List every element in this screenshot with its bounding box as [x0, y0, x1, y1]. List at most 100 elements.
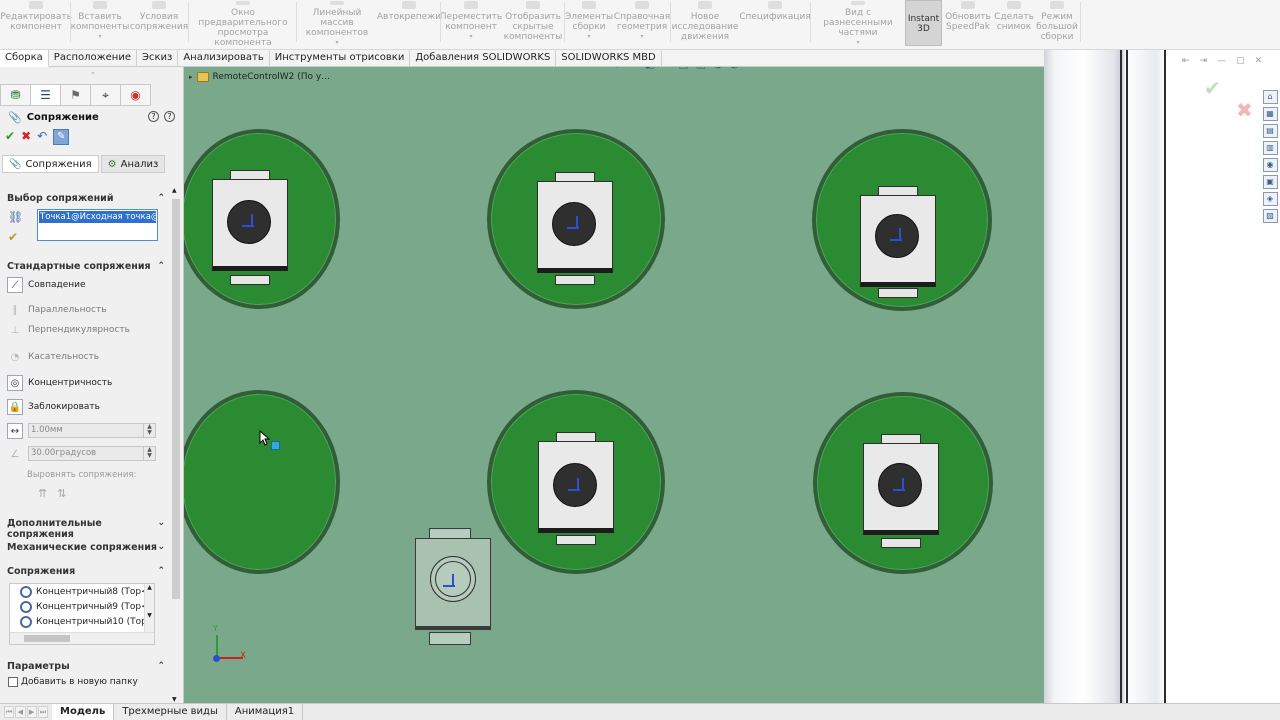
ribbon-button[interactable]: Новое исследование движения: [672, 0, 738, 48]
group-selection-header[interactable]: Выбор сопряжений ⌃: [7, 193, 165, 204]
ribbon-button[interactable]: Вставить компоненты ▾: [71, 0, 129, 48]
group-params-header[interactable]: Параметры ⌃: [7, 661, 165, 672]
tactile-switch[interactable]: [860, 186, 936, 306]
mate-type-coincident[interactable]: ⟋ Совпадение: [7, 275, 167, 295]
flyout-feature-tree[interactable]: ▸ RemoteControlW2 (По у...: [189, 72, 330, 82]
help-icon[interactable]: ?: [148, 111, 159, 122]
mates-list-hscroll[interactable]: [10, 632, 154, 644]
spin-arrows-icon[interactable]: ▲ ▼: [143, 424, 155, 437]
group-mates-header[interactable]: Сопряжения ⌃: [7, 566, 165, 577]
bottom-tab[interactable]: Трехмерные виды: [114, 704, 227, 720]
cm-tab[interactable]: Эскиз: [137, 50, 179, 67]
entities-to-mate-field[interactable]: Точка1@Исходная точка@Bu: [37, 209, 158, 241]
dimxpert-manager-tab[interactable]: ⌖: [90, 84, 121, 106]
configuration-manager-tab[interactable]: ⚑: [60, 84, 91, 106]
cancel-icon[interactable]: ✖: [21, 129, 31, 145]
undo-icon[interactable]: ↶: [37, 129, 47, 145]
next-tab-icon[interactable]: ▶: [26, 706, 37, 718]
dropdown-arrow-icon[interactable]: ▾: [98, 32, 101, 42]
mate-type-lock[interactable]: 🔒 Заблокировать: [7, 397, 167, 417]
zoom-area-icon[interactable]: ⊕: [612, 67, 621, 71]
design-library-icon[interactable]: ▤: [1262, 124, 1278, 138]
info-icon[interactable]: ?: [164, 111, 175, 122]
bottom-tab[interactable]: Анимация1: [227, 704, 304, 720]
ok-icon[interactable]: ✔: [5, 129, 15, 145]
view-palette-icon[interactable]: ◉: [1262, 158, 1278, 172]
ribbon-button[interactable]: Обновить SpeedPak: [944, 0, 992, 48]
scroll-thumb[interactable]: [172, 199, 180, 599]
distance-input[interactable]: 1.00мм ▲ ▼: [28, 423, 156, 438]
instant3d-button[interactable]: Instant 3D: [905, 0, 942, 46]
bottom-tab[interactable]: Модель: [52, 704, 115, 720]
pcb-board[interactable]: [184, 390, 340, 574]
cm-tab[interactable]: Расположение: [49, 50, 137, 67]
ribbon-button[interactable]: Условия сопряжения: [130, 0, 188, 48]
scroll-thumb[interactable]: [24, 635, 70, 642]
file-explorer-icon[interactable]: ▥: [1262, 141, 1278, 155]
dropdown-arrow-icon[interactable]: ▾: [640, 32, 643, 42]
selected-entity[interactable]: Точка1@Исходная точка@Bu: [39, 211, 156, 223]
tab-analysis[interactable]: ⚙ Анализ: [100, 155, 166, 173]
view-orientation-icon[interactable]: ▣: [678, 67, 688, 71]
ribbon-button[interactable]: Спецификация: [739, 0, 811, 48]
cm-tab[interactable]: Сборка: [0, 50, 49, 67]
spin-arrows-icon[interactable]: ▲ ▼: [143, 447, 155, 460]
view-settings-icon[interactable]: ▭: [763, 67, 773, 71]
mates-list-vscroll[interactable]: ▲ ▼: [144, 584, 154, 632]
ribbon-button[interactable]: Режим большой сборки: [1036, 0, 1078, 48]
close-icon[interactable]: ✕: [1255, 56, 1263, 66]
mate-type-parallel[interactable]: ∥ Параллельность: [7, 300, 167, 320]
ribbon-button[interactable]: Редактировать компонент: [0, 0, 72, 48]
custom-properties-icon[interactable]: ◈: [1262, 192, 1278, 206]
previous-view-icon[interactable]: ↩: [628, 67, 637, 71]
angle-icon[interactable]: ∠: [7, 446, 23, 462]
angle-input[interactable]: 30.00градусов ▲ ▼: [28, 446, 156, 461]
resources-icon[interactable]: ▦: [1262, 107, 1278, 121]
ribbon-button[interactable]: Автокрепежи: [377, 0, 441, 48]
section-view-icon[interactable]: ◧: [645, 67, 655, 71]
mate-type-perpendicular[interactable]: ⊥ Перпендикулярность: [7, 320, 167, 340]
distance-icon[interactable]: ↔: [7, 423, 23, 439]
ribbon-button[interactable]: Отобразить скрытые компоненты: [502, 0, 564, 48]
tactile-switch[interactable]: [537, 172, 613, 292]
pin-icon[interactable]: ✎: [53, 129, 70, 145]
mates-list[interactable]: Концентричный8 (Тор< Концентричный9 (Тор<…: [9, 583, 155, 645]
graphics-viewport[interactable]: ▸ RemoteControlW2 (По у... ⌕ ⊕ ↩ ◧ ✎ ▣ ◫…: [184, 67, 1044, 703]
feature-manager-tab[interactable]: ⛃: [0, 84, 31, 106]
mate-type-concentric[interactable]: ◎ Концентричность: [7, 373, 167, 393]
last-tab-icon[interactable]: ⏭: [37, 706, 48, 718]
confirm-corner-ok-icon[interactable]: ✔: [1204, 76, 1221, 100]
checkbox-box[interactable]: [8, 677, 18, 687]
forum-icon[interactable]: ▨: [1262, 209, 1278, 223]
cm-tab[interactable]: Анализировать: [178, 50, 270, 67]
tactile-switch[interactable]: [212, 170, 288, 290]
anti-aligned-icon[interactable]: ⇅: [57, 487, 66, 500]
cm-tab[interactable]: Инструменты отрисовки: [270, 50, 411, 67]
ribbon-button[interactable]: Сделать снимок: [994, 0, 1034, 48]
dynamic-annotation-icon[interactable]: ✎: [662, 67, 671, 71]
group-advanced-header[interactable]: Дополнительные сопряжения ⌄: [7, 518, 165, 540]
cm-tab[interactable]: Добавления SOLIDWORKS: [410, 50, 557, 67]
maximize-icon[interactable]: ▢: [1236, 56, 1245, 66]
group-mechanical-header[interactable]: Механические сопряжения ⌄: [7, 542, 165, 553]
edit-appearance-icon[interactable]: ◐: [730, 67, 740, 71]
scroll-up-icon[interactable]: ▲: [172, 187, 177, 194]
ribbon-button[interactable]: Окно предварительного просмотра компонен…: [190, 0, 296, 48]
switch-being-mated[interactable]: [415, 528, 493, 648]
restore-left-icon[interactable]: ⇤: [1182, 56, 1190, 66]
mate-type-tangent[interactable]: ◔ Касательность: [7, 347, 167, 367]
confirm-corner-cancel-icon[interactable]: ✖: [1236, 98, 1253, 122]
tactile-switch[interactable]: [538, 432, 614, 552]
mate-list-item[interactable]: Концентричный10 (Тор: [10, 614, 154, 629]
ribbon-button[interactable]: Справочная геометрия ▾: [614, 0, 670, 48]
group-standard-header[interactable]: Стандартные сопряжения ⌃: [7, 261, 165, 272]
ribbon-button[interactable]: Линейный массив компонентов ▾: [298, 0, 376, 48]
tab-mates[interactable]: 📎 Сопряжения: [2, 155, 99, 173]
multiple-mate-icon[interactable]: ✔: [8, 230, 24, 246]
display-manager-tab[interactable]: ◉: [120, 84, 151, 106]
zoom-to-fit-icon[interactable]: ⌕: [599, 67, 605, 71]
ribbon-button[interactable]: Элементы сборки ▾: [565, 0, 613, 48]
expand-arrow-icon[interactable]: ▸: [189, 73, 193, 81]
dropdown-arrow-icon[interactable]: ▾: [587, 32, 590, 42]
cm-tab[interactable]: SOLIDWORKS MBD: [556, 50, 662, 67]
